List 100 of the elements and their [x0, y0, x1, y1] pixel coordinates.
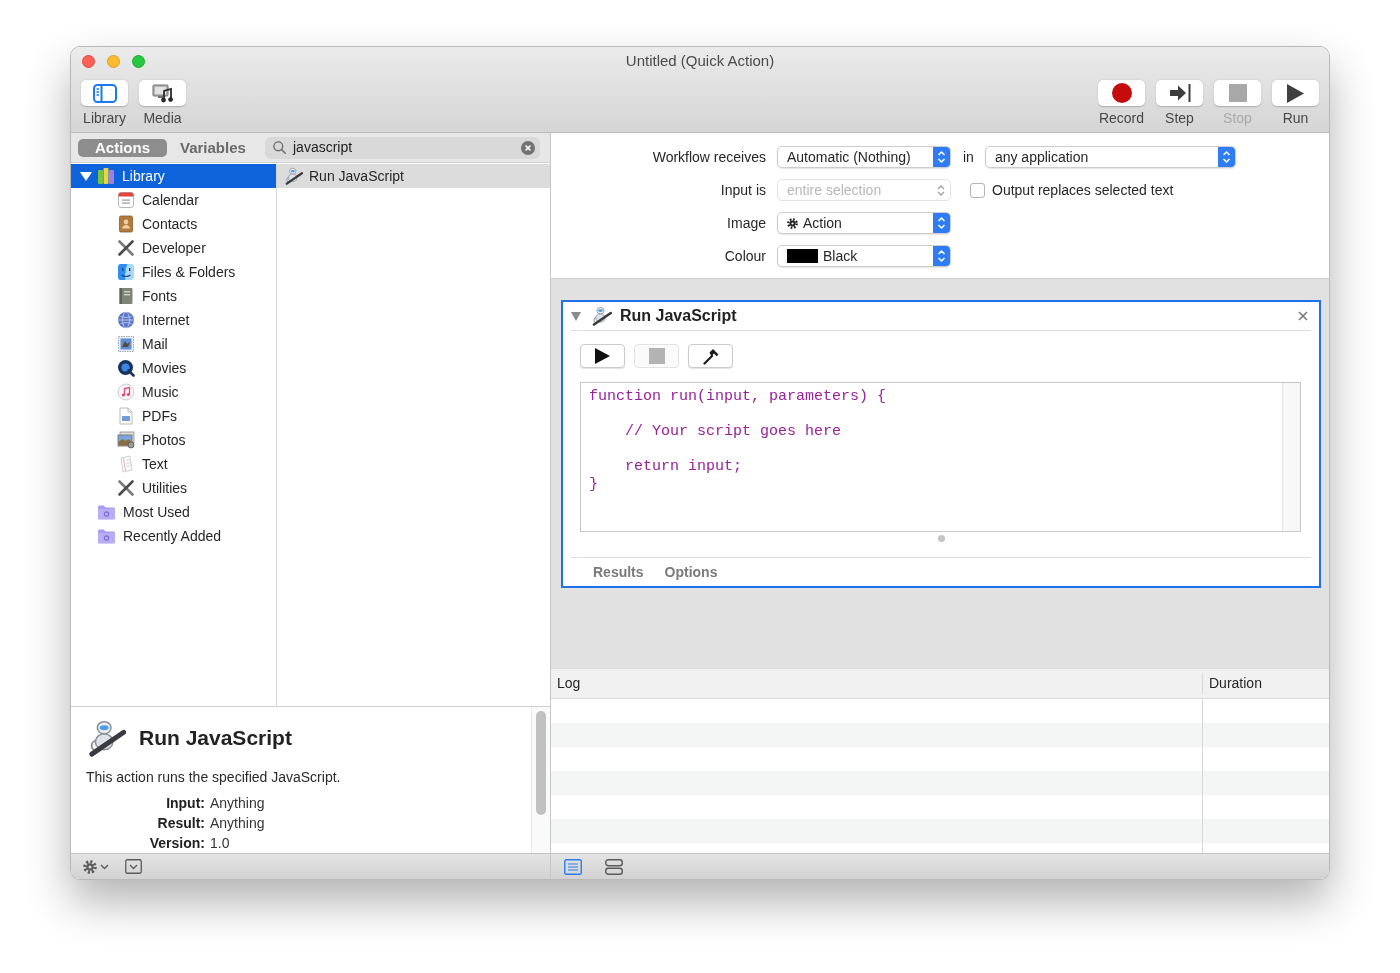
play-icon	[1287, 83, 1304, 103]
window-zoom-button[interactable]	[132, 55, 145, 68]
photo-stack-icon	[117, 431, 135, 449]
crossed-tools-icon	[117, 239, 135, 257]
compile-button[interactable]	[688, 344, 733, 368]
library-tree-item[interactable]: Text	[71, 452, 276, 476]
application-popup[interactable]: any application	[984, 146, 1236, 168]
gear-icon	[83, 859, 97, 874]
library-tree-item[interactable]: Library	[71, 164, 276, 188]
library-tree-item[interactable]: Mail	[71, 332, 276, 356]
field-value: Anything	[210, 794, 265, 812]
library-tree-item[interactable]: Files & Folders	[71, 260, 276, 284]
action-title: Run JavaScript	[139, 725, 292, 751]
field-label: in	[963, 147, 974, 167]
window-minimize-button[interactable]	[107, 55, 120, 68]
library-tree-item[interactable]: Movies	[71, 356, 276, 380]
field-value: Anything	[210, 814, 265, 832]
window-title: Untitled (Quick Action)	[625, 51, 775, 72]
stamp-icon	[117, 335, 135, 353]
disclosure-triangle-icon[interactable]	[80, 170, 92, 182]
stop-icon	[648, 348, 665, 364]
column-header[interactable]: Duration	[1209, 673, 1262, 694]
library-tree-item[interactable]: Utilities	[71, 476, 276, 500]
library-tree-item[interactable]: PDFs	[71, 404, 276, 428]
close-icon	[1298, 311, 1308, 321]
stepper-icon	[1217, 147, 1235, 167]
action-tab[interactable]: Options	[664, 561, 718, 583]
field-label: Result:	[157, 814, 205, 832]
library-tree-item[interactable]: Fonts	[71, 284, 276, 308]
view-toggle-button[interactable]	[564, 858, 582, 875]
image-popup[interactable]: Action	[777, 212, 951, 234]
address-book-icon	[117, 215, 135, 233]
field-label: Image	[727, 213, 766, 233]
library-tree-item[interactable]: Calendar	[71, 188, 276, 212]
books-icon	[97, 167, 115, 185]
two-tone-face-icon	[117, 263, 135, 281]
column-header[interactable]: Log	[557, 673, 581, 694]
disclosure-triangle-icon[interactable]	[571, 311, 581, 321]
calendar-icon	[117, 191, 135, 209]
library-tree-item[interactable]: Most Used	[71, 500, 276, 524]
chevron-down-icon	[100, 863, 109, 870]
action-list-item[interactable]: Run JavaScript	[277, 164, 550, 188]
description-toggle-button[interactable]	[125, 859, 142, 874]
library-tree-item[interactable]: Developer	[71, 236, 276, 260]
library-tree-item[interactable]: Internet	[71, 308, 276, 332]
field-label: Workflow receives	[652, 147, 766, 167]
robot-icon	[285, 167, 303, 185]
field-label: Input:	[166, 794, 205, 812]
document-icon	[117, 407, 135, 425]
hammer-icon	[702, 347, 719, 365]
view-toggle-button[interactable]	[605, 858, 623, 875]
stepper-icon	[933, 246, 950, 266]
code-editor[interactable]: function run(input, parameters) { // Your script goes here return input; }	[580, 382, 1301, 532]
search-icon	[273, 141, 286, 154]
close-action-button[interactable]	[1298, 311, 1308, 321]
window-close-button[interactable]	[82, 55, 95, 68]
library-tree-item[interactable]: Recently Added	[71, 524, 276, 548]
library-tree-item[interactable]: Music	[71, 380, 276, 404]
search-field[interactable]: javascript	[265, 136, 540, 159]
library-tree-item[interactable]: Photos	[71, 428, 276, 452]
field-label: Colour	[724, 246, 766, 266]
crossed-tools-icon	[117, 479, 135, 497]
action-menu-button[interactable]	[83, 859, 109, 874]
colour-popup[interactable]: Black	[777, 245, 951, 267]
smart-folder-icon	[97, 504, 116, 520]
gear-icon	[787, 217, 798, 229]
field-value: 1.0	[210, 834, 230, 852]
checkbox-label[interactable]: Output replaces selected text	[992, 179, 1174, 201]
smart-folder-icon	[97, 528, 116, 544]
stepper-icon	[933, 213, 950, 233]
notepad-icon	[117, 455, 135, 473]
clear-search-icon[interactable]	[521, 140, 535, 155]
receives-popup[interactable]: Automatic (Nothing)	[777, 146, 951, 168]
resize-handle-icon[interactable]	[937, 535, 945, 542]
play-icon	[595, 348, 610, 364]
library-tree-item[interactable]: Contacts	[71, 212, 276, 236]
globe-icon	[117, 311, 135, 329]
dark-ring-icon	[117, 359, 135, 377]
sidebar-icon	[92, 83, 117, 103]
scrollbar-thumb[interactable]	[536, 711, 546, 815]
field-label: Input is	[720, 180, 766, 200]
music-note-icon	[117, 383, 135, 401]
robot-icon	[88, 719, 126, 757]
field-label: Version:	[149, 834, 205, 852]
action-description: This action runs the specified JavaScript.	[86, 768, 341, 786]
run-script-button[interactable]	[580, 344, 625, 368]
split-view-icon	[605, 858, 623, 875]
stepper-icon	[933, 147, 950, 167]
action-tab[interactable]: Results	[593, 561, 644, 583]
stepper-icon	[937, 184, 945, 196]
book-icon	[117, 287, 135, 305]
record-icon	[1111, 83, 1132, 103]
chevron-box-icon	[125, 859, 142, 874]
monitor-music-note-icon	[151, 83, 174, 103]
robot-icon	[592, 306, 612, 326]
library-tab[interactable]: Variables	[167, 138, 259, 157]
stop-icon	[1228, 84, 1247, 102]
arrow-to-bar-icon	[1168, 84, 1191, 102]
checkbox[interactable]	[970, 182, 985, 198]
list-view-icon	[564, 858, 582, 875]
